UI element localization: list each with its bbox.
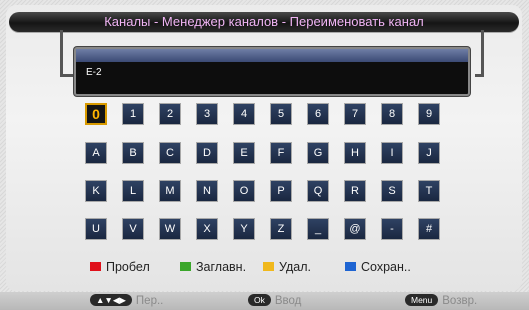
key-3-8[interactable]: - [381, 218, 403, 240]
legend-item-0: Пробел [90, 260, 150, 274]
key-2-5[interactable]: P [270, 180, 292, 202]
hint-bar: ▲▼◀▶ Пер.. Ok Ввод Menu Возвр. [0, 292, 529, 310]
key-2-3[interactable]: N [196, 180, 218, 202]
key-1-6[interactable]: G [307, 142, 329, 164]
key-3-5[interactable]: Z [270, 218, 292, 240]
key-2-1[interactable]: L [122, 180, 144, 202]
legend-item-2: Удал. [263, 260, 311, 274]
hint-label: Ввод [274, 295, 302, 307]
key-2-4[interactable]: O [233, 180, 255, 202]
red-key-icon [90, 262, 101, 271]
key-1-4[interactable]: E [233, 142, 255, 164]
key-1-1[interactable]: B [122, 142, 144, 164]
key-2-9[interactable]: T [418, 180, 440, 202]
title-bar: Каналы - Менеджер каналов - Переименоват… [9, 12, 519, 32]
key-2-7[interactable]: R [344, 180, 366, 202]
key-3-2[interactable]: W [159, 218, 181, 240]
field-header-bar [76, 49, 468, 62]
hint-label: Пер.. [135, 295, 164, 307]
green-key-icon [180, 262, 191, 271]
hint-label: Возвр. [442, 295, 478, 307]
key-2-0[interactable]: K [85, 180, 107, 202]
key-1-9[interactable]: J [418, 142, 440, 164]
ok-key-icon: Ok [248, 294, 271, 306]
key-1-8[interactable]: I [381, 142, 403, 164]
legend-label: Заглавн. [196, 260, 247, 274]
channel-name-field[interactable]: E-2 [74, 47, 470, 96]
key-3-4[interactable]: Y [233, 218, 255, 240]
key-2-8[interactable]: S [381, 180, 403, 202]
key-3-3[interactable]: X [196, 218, 218, 240]
key-0-7[interactable]: 7 [344, 103, 366, 125]
key-1-0[interactable]: A [85, 142, 107, 164]
frame-bracket-left [60, 30, 77, 77]
key-0-5[interactable]: 5 [270, 103, 292, 125]
key-0-1[interactable]: 1 [122, 103, 144, 125]
key-1-7[interactable]: H [344, 142, 366, 164]
hint-item-2: Menu Возвр. [405, 294, 477, 307]
legend-item-3: Сохран.. [345, 260, 411, 274]
blue-key-icon [345, 262, 356, 271]
key-1-3[interactable]: D [196, 142, 218, 164]
legend-label: Сохран.. [361, 260, 411, 274]
key-0-6[interactable]: 6 [307, 103, 329, 125]
key-1-5[interactable]: F [270, 142, 292, 164]
hint-item-1: Ok Ввод [248, 294, 301, 307]
key-3-1[interactable]: V [122, 218, 144, 240]
key-0-8[interactable]: 8 [381, 103, 403, 125]
key-2-2[interactable]: M [159, 180, 181, 202]
frame-bracket-right [475, 30, 484, 77]
arrows-key-icon: ▲▼◀▶ [90, 294, 132, 306]
key-0-9[interactable]: 9 [418, 103, 440, 125]
hint-item-0: ▲▼◀▶ Пер.. [90, 294, 163, 307]
channel-name-value: E-2 [86, 67, 102, 78]
key-0-3[interactable]: 3 [196, 103, 218, 125]
key-0-0[interactable]: 0 [85, 103, 107, 125]
key-0-4[interactable]: 4 [233, 103, 255, 125]
legend-label: Удал. [279, 260, 311, 274]
key-3-7[interactable]: @ [344, 218, 366, 240]
key-3-0[interactable]: U [85, 218, 107, 240]
legend-label: Пробел [106, 260, 150, 274]
page-title: Каналы - Менеджер каналов - Переименоват… [104, 14, 424, 29]
key-3-9[interactable]: # [418, 218, 440, 240]
key-3-6[interactable]: _ [307, 218, 329, 240]
menu-key-icon: Menu [405, 294, 439, 306]
key-0-2[interactable]: 2 [159, 103, 181, 125]
key-2-6[interactable]: Q [307, 180, 329, 202]
key-1-2[interactable]: C [159, 142, 181, 164]
tv-screen: Каналы - Менеджер каналов - Переименоват… [0, 0, 529, 310]
legend-item-1: Заглавн. [180, 260, 246, 274]
yellow-key-icon [263, 262, 274, 271]
